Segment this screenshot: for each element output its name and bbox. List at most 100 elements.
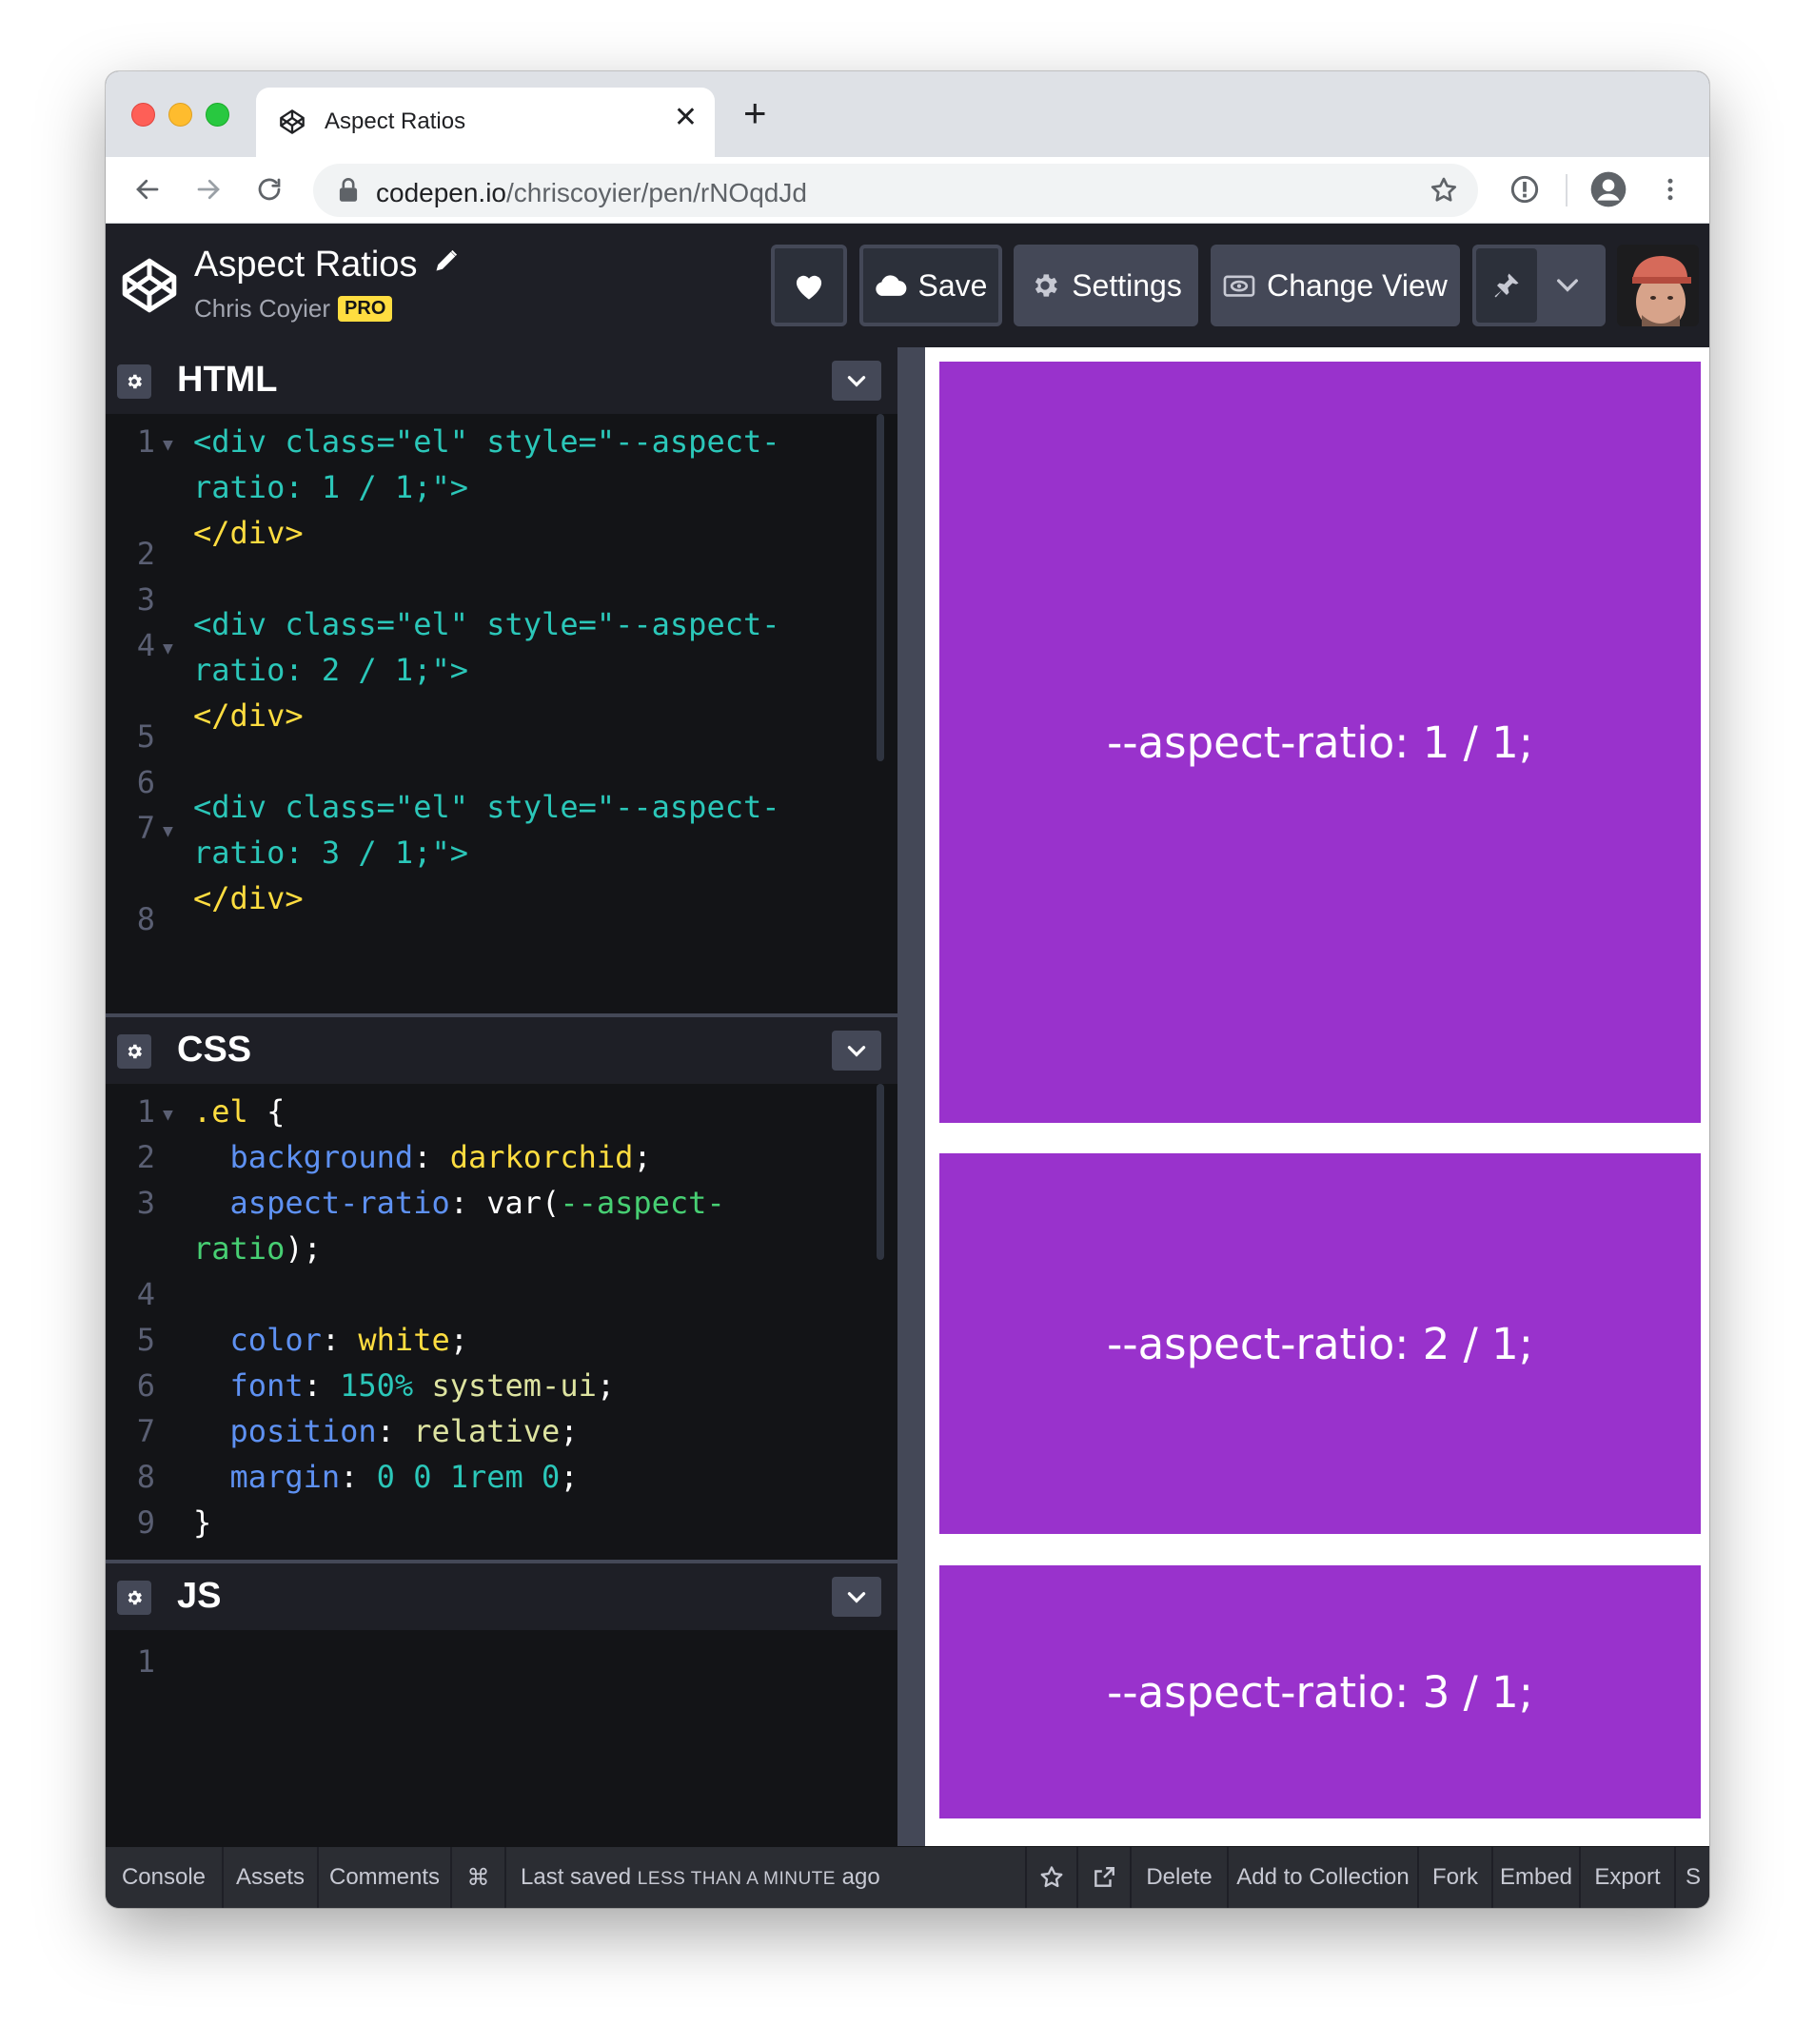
line-number: 4 xyxy=(136,627,155,663)
codepen-footer: Console Assets Comments ⌘ Last saved LES… xyxy=(106,1846,1709,1908)
profile-icon[interactable] xyxy=(1586,167,1631,212)
console-button[interactable]: Console xyxy=(106,1847,224,1908)
html-editor-scrollbar[interactable] xyxy=(877,414,884,761)
star-icon xyxy=(1040,1866,1063,1888)
html-pane-header: HTML xyxy=(106,347,897,414)
line-number: 1 xyxy=(136,423,155,460)
css-settings-button[interactable] xyxy=(117,1034,151,1069)
line-number: 4 xyxy=(136,1276,155,1312)
line-number: 3 xyxy=(136,581,155,618)
code-line: color: white; xyxy=(229,1322,468,1358)
code-line: aspect-ratio: var(--aspect- xyxy=(229,1185,725,1221)
editor-preview-resizer[interactable] xyxy=(897,347,925,1846)
open-external-button[interactable] xyxy=(1078,1847,1132,1908)
zoom-window-button[interactable] xyxy=(206,103,229,127)
css-code-editor[interactable]: 1 ▼ 2 3 4 5 6 7 8 9 .el { background: da… xyxy=(106,1084,897,1560)
css-pane-header: CSS xyxy=(106,1017,897,1084)
line-number: 1 xyxy=(136,1093,155,1130)
html-collapse-button[interactable] xyxy=(832,361,881,401)
change-view-label: Change View xyxy=(1267,267,1448,303)
line-number: 6 xyxy=(136,1367,155,1404)
code-line: background: darkorchid; xyxy=(229,1139,652,1175)
code-line: .el { xyxy=(193,1093,286,1130)
fold-arrow-icon[interactable]: ▼ xyxy=(163,435,173,455)
embed-button[interactable]: Embed xyxy=(1493,1847,1581,1908)
js-collapse-button[interactable] xyxy=(832,1577,881,1617)
fold-arrow-icon[interactable]: ▼ xyxy=(163,821,173,841)
fork-button[interactable]: Fork xyxy=(1419,1847,1493,1908)
code-line: } xyxy=(193,1504,212,1541)
html-settings-button[interactable] xyxy=(117,364,151,399)
line-number: 8 xyxy=(136,901,155,937)
share-button-partial[interactable]: S xyxy=(1676,1847,1709,1908)
pen-author[interactable]: Chris Coyier PRO xyxy=(194,294,393,324)
lock-icon xyxy=(338,178,359,207)
reload-icon[interactable] xyxy=(246,167,292,212)
gear-icon xyxy=(128,374,142,389)
edit-pencil-icon[interactable] xyxy=(433,243,460,284)
js-pane-header: JS xyxy=(106,1563,897,1630)
back-arrow-icon[interactable] xyxy=(125,167,170,212)
settings-label: Settings xyxy=(1072,267,1182,303)
fold-arrow-icon[interactable]: ▼ xyxy=(163,1105,173,1125)
codepen-favicon-icon xyxy=(279,108,306,135)
extension-info-icon[interactable] xyxy=(1502,167,1548,212)
love-button[interactable] xyxy=(771,245,847,326)
browser-menu-icon[interactable] xyxy=(1647,167,1693,212)
pin-dropdown-chevron-icon[interactable] xyxy=(1552,269,1583,307)
css-editor-scrollbar[interactable] xyxy=(877,1084,884,1260)
aspect-box-1-1: --aspect-ratio: 1 / 1; xyxy=(939,362,1701,1123)
tab-close-icon[interactable]: ✕ xyxy=(674,104,698,132)
address-bar[interactable]: codepen.io/chriscoyier/pen/rNOqdJd xyxy=(313,164,1478,217)
html-code-editor[interactable]: 1 ▼ 2 3 4 ▼ 5 6 7 ▼ 8 <div class="el" st… xyxy=(106,414,897,1013)
codepen-header: Aspect Ratios Chris Coyier PRO Save Setti… xyxy=(106,224,1709,347)
gear-icon xyxy=(128,1590,142,1605)
editors-column: HTML 1 ▼ 2 3 4 ▼ 5 6 7 ▼ 8 <div class="e… xyxy=(106,347,897,1846)
css-collapse-button[interactable] xyxy=(832,1031,881,1071)
last-saved-status: Last saved LESS THAN A MINUTE ago xyxy=(521,1864,880,1890)
chevron-down-icon xyxy=(847,1046,866,1057)
codepen-logo-icon[interactable] xyxy=(120,256,179,320)
layout-view-icon xyxy=(1223,275,1255,297)
assets-button[interactable]: Assets xyxy=(224,1847,319,1908)
settings-button[interactable]: Settings xyxy=(1014,245,1198,326)
keyboard-shortcuts-button[interactable]: ⌘ xyxy=(452,1847,506,1908)
comments-button[interactable]: Comments xyxy=(319,1847,452,1908)
close-window-button[interactable] xyxy=(131,103,155,127)
gear-icon xyxy=(128,1044,142,1059)
favorite-star-button[interactable] xyxy=(1025,1847,1078,1908)
avatar[interactable] xyxy=(1617,245,1699,326)
browser-window: Aspect Ratios ✕ + codepen.io/chriscoyier… xyxy=(106,71,1709,1908)
add-to-collection-button[interactable]: Add to Collection xyxy=(1229,1847,1419,1908)
forward-arrow-icon[interactable] xyxy=(186,167,231,212)
code-line: </div> xyxy=(193,698,304,734)
export-button[interactable]: Export xyxy=(1581,1847,1676,1908)
bookmark-star-icon[interactable] xyxy=(1429,175,1459,210)
code-line: position: relative; xyxy=(229,1413,579,1449)
pin-menu xyxy=(1472,245,1606,326)
chevron-down-icon xyxy=(847,376,866,387)
pin-button[interactable] xyxy=(1476,248,1537,323)
js-code-editor[interactable]: 1 xyxy=(106,1630,897,1846)
heart-icon xyxy=(796,275,822,300)
url-text: codepen.io/chriscoyier/pen/rNOqdJd xyxy=(376,178,807,207)
code-line: <div class="el" style="--aspect- xyxy=(193,789,780,825)
js-settings-button[interactable] xyxy=(117,1581,151,1615)
pen-title[interactable]: Aspect Ratios xyxy=(194,243,460,285)
toolbar-separator xyxy=(1566,174,1568,206)
tab-title: Aspect Ratios xyxy=(325,108,466,134)
cloud-icon xyxy=(875,275,906,296)
save-button[interactable]: Save xyxy=(859,245,1002,326)
browser-tab[interactable]: Aspect Ratios ✕ xyxy=(256,88,715,157)
change-view-button[interactable]: Change View xyxy=(1211,245,1460,326)
fold-arrow-icon[interactable]: ▼ xyxy=(163,639,173,658)
delete-button[interactable]: Delete xyxy=(1132,1847,1229,1908)
minimize-window-button[interactable] xyxy=(168,103,192,127)
new-tab-icon[interactable]: + xyxy=(743,93,767,133)
code-line: </div> xyxy=(193,515,304,551)
code-line: ratio: 2 / 1;"> xyxy=(193,652,468,688)
code-line: <div class="el" style="--aspect- xyxy=(193,423,780,460)
pro-badge: PRO xyxy=(338,296,393,322)
code-line: font: 150% system-ui; xyxy=(229,1367,616,1404)
line-number: 6 xyxy=(136,764,155,800)
